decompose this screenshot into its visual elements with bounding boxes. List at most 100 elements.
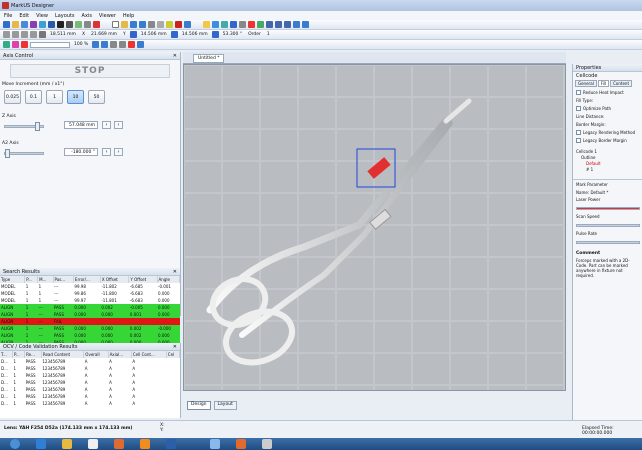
barcode-icon[interactable] [30,21,37,28]
table-row[interactable]: D... 1 PASS 123456789 A A A [0,372,180,379]
pointer-icon[interactable] [137,41,145,48]
camera-icon[interactable] [212,21,219,28]
column-header[interactable]: Pas... [53,276,74,283]
a2-value[interactable]: -180.000 ° [64,148,98,156]
table-row[interactable]: D... 1 PASS 123456789 A A A [0,365,180,372]
save-icon[interactable] [21,21,28,28]
view-icon[interactable] [221,21,228,28]
menu-file[interactable]: File [4,13,12,19]
table-row[interactable]: D... 1 PASS 123456789 A A A [0,379,180,386]
start-icon[interactable] [10,439,20,449]
table-row[interactable]: MODEL 1 1 --- 99.98 -11.802 -6.685 -0.001 [0,283,180,290]
app-icon[interactable] [114,439,124,449]
paste-icon[interactable] [166,21,173,28]
table-row[interactable]: D... 1 PASS 123456789 A A A [0,400,180,407]
text-icon[interactable] [39,21,46,28]
back-icon[interactable] [293,21,300,28]
column-header[interactable]: P... [12,351,26,358]
zoom-in-icon[interactable] [266,21,273,28]
table-row[interactable]: D... 1 PASS 123456789 A A A [0,386,180,393]
column-header[interactable]: Type [0,276,26,283]
legacy-border-checkbox[interactable]: Legacy Border Margin [576,138,642,143]
a2-decrease-button[interactable]: ‹ [102,148,111,156]
tab-design[interactable]: Design [187,401,211,410]
order-value[interactable]: 1 [267,32,270,37]
browser-icon[interactable] [140,439,150,449]
legacy-rendering-checkbox[interactable]: Legacy Rendering Method [576,130,642,135]
measure-icon[interactable] [119,41,127,48]
y-value[interactable]: 21.669 mm [91,32,117,37]
new-icon[interactable] [3,21,10,28]
increment-1-button[interactable]: 1 [46,90,63,104]
distribute-icon[interactable] [30,31,37,38]
tab-content[interactable]: Content [610,80,633,87]
markus-task-icon[interactable] [210,439,220,449]
shape-icon[interactable] [3,41,10,48]
column-header[interactable]: Overall [83,351,109,358]
delete-icon[interactable] [175,21,182,28]
menu-layouts[interactable]: Layouts [55,13,75,19]
close-icon[interactable]: ✕ [173,344,177,350]
pin-icon[interactable]: ✕ [173,269,177,275]
menu-view[interactable]: View [36,13,48,19]
increment-0.1-button[interactable]: 0.1 [25,90,42,104]
grid-icon[interactable] [84,21,91,28]
save-all-icon[interactable] [139,21,146,28]
column-header[interactable]: Error/... [73,276,101,283]
canvas-scrollbar[interactable] [183,391,566,401]
stop-button[interactable]: STOP [10,64,170,78]
open-icon[interactable] [12,21,19,28]
tab-fill[interactable]: Fill [597,80,610,87]
media-icon[interactable] [88,439,98,449]
design-canvas[interactable] [183,64,566,391]
height-value[interactable]: 14.506 mm [182,32,208,37]
task-icon[interactable] [166,439,176,449]
fit-icon[interactable] [92,41,100,48]
increment-10-button[interactable]: 10 [67,90,84,104]
column-header[interactable]: Axial... [108,351,132,358]
table-row[interactable]: D... 1 PASS 123456789 A A A [0,358,180,365]
rotation-value[interactable]: 53.300 ° [223,32,242,37]
column-header[interactable]: M... [37,276,54,283]
zoom-value[interactable]: 100 % [74,42,88,47]
text-a-icon[interactable] [48,21,55,28]
table-row[interactable]: MODEL 1 1 --- 99.97 -11.801 -6.683 0.000 [0,297,180,304]
pulse-rate-slider[interactable] [573,237,642,247]
comment-text[interactable]: Forceps marked with a 2D-Code. Part can … [573,257,642,279]
menu-axis[interactable]: Axis [82,13,92,19]
disk-icon[interactable] [130,21,137,28]
close-icon[interactable]: ✕ [173,53,177,59]
x-value[interactable]: 18.511 mm [50,32,76,37]
table-row[interactable]: ALIGN 1 --- PASS 0.000 0.002 -0.005 0.000 [0,304,180,311]
light-icon[interactable] [203,21,210,28]
ie-icon[interactable] [36,439,46,449]
table-row[interactable]: ALIGN 1 --- FAIL [0,318,180,325]
increment-50-button[interactable]: 50 [88,90,105,104]
column-header[interactable]: T... [0,351,14,358]
column-header[interactable]: Read Content [41,351,85,358]
forward-icon[interactable] [302,21,309,28]
menu-help[interactable]: Help [123,13,134,19]
increment-0.025-button[interactable]: 0.025 [4,90,21,104]
qr-icon[interactable] [66,21,73,28]
image-icon[interactable] [75,21,82,28]
z-slider-thumb[interactable] [35,122,40,131]
table-row[interactable]: ALIGN 1 --- PASS 0.000 0.000 0.002 0.000 [0,332,180,339]
explorer-icon[interactable] [62,439,72,449]
column-header[interactable]: Angle [157,276,181,283]
width-value[interactable]: 14.506 mm [141,32,167,37]
zoom-fit-icon[interactable] [284,21,291,28]
z-slider[interactable] [4,122,44,131]
column-header[interactable]: X Offset [100,276,130,283]
table-row[interactable]: MODEL 1 1 --- 99.86 -11.800 -6.683 0.000 [0,290,180,297]
tool-task-icon[interactable] [236,439,246,449]
zoom-out-icon[interactable] [275,21,282,28]
snap-icon[interactable] [110,41,118,48]
menu-viewer[interactable]: Viewer [99,13,116,19]
grid-toggle-icon[interactable] [101,41,109,48]
tab-untitled[interactable]: Untitled * [193,54,225,63]
z-value[interactable]: 57.048 mm [64,121,98,129]
column-header[interactable]: Cel [166,351,181,358]
table-row[interactable]: ALIGN 1 --- PASS 0.000 0.000 0.001 0.000 [0,311,180,318]
run-icon[interactable] [230,21,237,28]
